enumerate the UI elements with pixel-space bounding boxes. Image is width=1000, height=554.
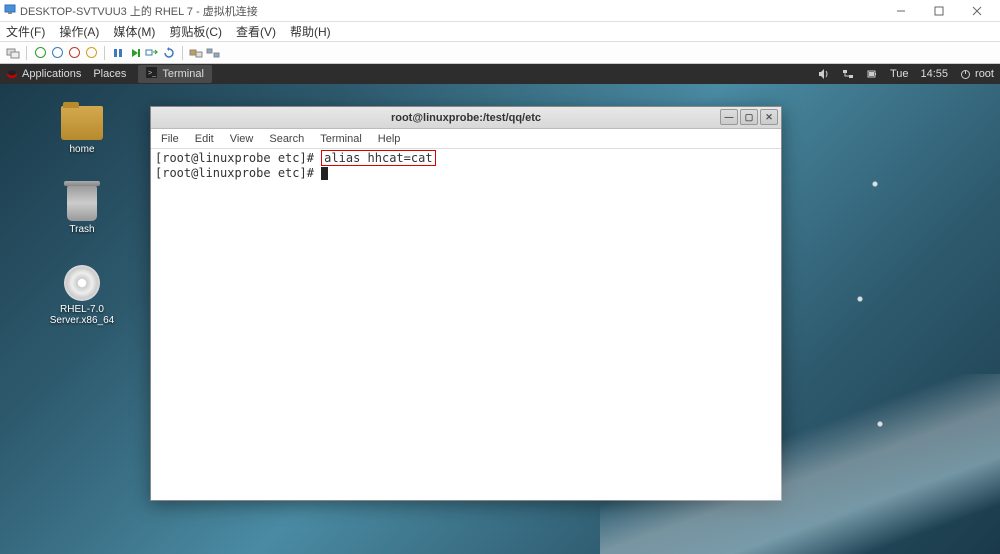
desktop-icon-trash-label: Trash bbox=[42, 224, 122, 235]
terminal-body[interactable]: [root@linuxprobe etc]# alias hhcat=cat [… bbox=[151, 149, 781, 181]
user-label: root bbox=[975, 68, 994, 80]
user-menu[interactable]: root bbox=[960, 68, 994, 80]
menu-action[interactable]: 操作(A) bbox=[59, 23, 99, 40]
maximize-button[interactable] bbox=[920, 0, 958, 22]
terminal-menu-help[interactable]: Help bbox=[378, 133, 401, 145]
guest-desktop: Applications Places >_ Terminal Tue 14:5… bbox=[0, 64, 1000, 554]
menu-file[interactable]: 文件(F) bbox=[6, 23, 45, 40]
terminal-task-icon: >_ bbox=[146, 67, 157, 81]
terminal-menu-view[interactable]: View bbox=[230, 133, 254, 145]
disc-icon bbox=[64, 265, 100, 301]
host-menubar: 文件(F) 操作(A) 媒体(M) 剪贴板(C) 查看(V) 帮助(H) bbox=[0, 22, 1000, 42]
terminal-menu-terminal[interactable]: Terminal bbox=[320, 133, 362, 145]
terminal-close-button[interactable]: ✕ bbox=[760, 109, 778, 125]
tool-ctrl-alt-del-icon[interactable] bbox=[6, 46, 20, 60]
clock-time[interactable]: 14:55 bbox=[921, 68, 949, 80]
menu-view[interactable]: 查看(V) bbox=[236, 23, 276, 40]
terminal-window: root@linuxprobe:/test/qq/etc — ▢ ✕ File … bbox=[150, 106, 782, 501]
tool-share-icon[interactable] bbox=[189, 46, 203, 60]
power-icon bbox=[960, 69, 971, 80]
host-window-title: DESKTOP-SVTVUU3 上的 RHEL 7 - 虚拟机连接 bbox=[20, 3, 258, 19]
tool-reset-icon[interactable] bbox=[128, 46, 142, 60]
host-titlebar: DESKTOP-SVTVUU3 上的 RHEL 7 - 虚拟机连接 bbox=[0, 0, 1000, 22]
terminal-cursor bbox=[321, 167, 328, 180]
terminal-title-text: root@linuxprobe:/test/qq/etc bbox=[391, 112, 541, 124]
tool-turnoff-icon[interactable] bbox=[50, 46, 64, 60]
battery-icon[interactable] bbox=[866, 68, 878, 80]
close-button[interactable] bbox=[958, 0, 996, 22]
toolbar-separator bbox=[104, 46, 105, 60]
svg-text:>_: >_ bbox=[148, 70, 156, 77]
terminal-menubar: File Edit View Search Terminal Help bbox=[151, 129, 781, 149]
tool-shutdown-icon[interactable] bbox=[67, 46, 81, 60]
highlighted-command: alias hhcat=cat bbox=[321, 150, 435, 166]
tool-checkpoint-icon[interactable] bbox=[145, 46, 159, 60]
applications-menu[interactable]: Applications bbox=[6, 68, 81, 80]
tool-enhanced-icon[interactable] bbox=[206, 46, 220, 60]
terminal-menu-edit[interactable]: Edit bbox=[195, 133, 214, 145]
host-app-icon bbox=[4, 3, 16, 18]
trash-icon bbox=[67, 185, 97, 221]
desktop-icon-home-label: home bbox=[42, 144, 122, 155]
places-menu[interactable]: Places bbox=[93, 68, 126, 80]
menu-help[interactable]: 帮助(H) bbox=[290, 23, 331, 40]
tool-start-icon[interactable] bbox=[33, 46, 47, 60]
toolbar-separator bbox=[26, 46, 27, 60]
terminal-maximize-button[interactable]: ▢ bbox=[740, 109, 758, 125]
minimize-button[interactable] bbox=[882, 0, 920, 22]
desktop-icon-disc-label: RHEL-7.0 Server.x86_64 bbox=[42, 304, 122, 326]
taskbar-terminal[interactable]: >_ Terminal bbox=[138, 65, 212, 83]
tool-pause-icon[interactable] bbox=[111, 46, 125, 60]
tool-revert-icon[interactable] bbox=[162, 46, 176, 60]
clock-day[interactable]: Tue bbox=[890, 68, 909, 80]
desktop-icon-home[interactable]: home bbox=[42, 104, 122, 155]
network-icon[interactable] bbox=[842, 68, 854, 80]
toolbar-separator bbox=[182, 46, 183, 60]
desktop-icon-trash[interactable]: Trash bbox=[42, 184, 122, 235]
terminal-minimize-button[interactable]: — bbox=[720, 109, 738, 125]
terminal-menu-search[interactable]: Search bbox=[269, 133, 304, 145]
desktop-icon-disc[interactable]: RHEL-7.0 Server.x86_64 bbox=[42, 264, 122, 326]
terminal-titlebar[interactable]: root@linuxprobe:/test/qq/etc — ▢ ✕ bbox=[151, 107, 781, 129]
menu-clipboard[interactable]: 剪贴板(C) bbox=[169, 23, 222, 40]
taskbar-terminal-label: Terminal bbox=[162, 68, 204, 80]
volume-icon[interactable] bbox=[818, 68, 830, 80]
gnome-top-bar: Applications Places >_ Terminal Tue 14:5… bbox=[0, 64, 1000, 84]
terminal-line-2: [root@linuxprobe etc]# bbox=[155, 166, 777, 180]
applications-label: Applications bbox=[22, 68, 81, 80]
terminal-line-1: [root@linuxprobe etc]# alias hhcat=cat bbox=[155, 150, 777, 166]
folder-icon bbox=[61, 106, 103, 140]
host-toolbar bbox=[0, 42, 1000, 64]
tool-save-icon[interactable] bbox=[84, 46, 98, 60]
menu-media[interactable]: 媒体(M) bbox=[113, 23, 155, 40]
terminal-menu-file[interactable]: File bbox=[161, 133, 179, 145]
rhel-logo-icon bbox=[6, 68, 18, 80]
